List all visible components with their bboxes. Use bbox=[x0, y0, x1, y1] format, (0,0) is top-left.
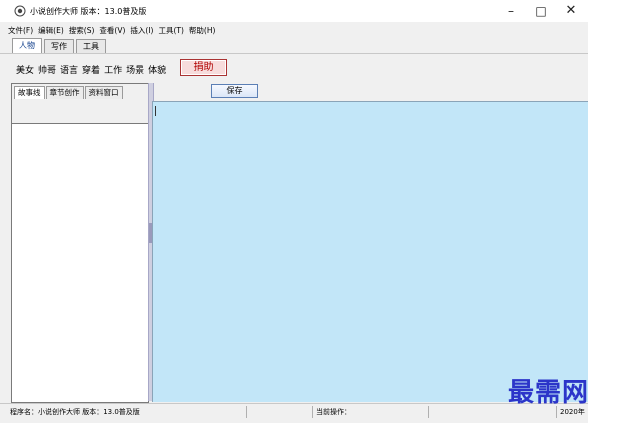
status-field-empty bbox=[248, 406, 313, 418]
category-appearance[interactable]: 体貌 bbox=[148, 63, 166, 76]
menu-tools[interactable]: 工具(T) bbox=[158, 25, 183, 37]
minimize-button[interactable]: – bbox=[500, 4, 522, 18]
tab-characters[interactable]: 人物 bbox=[12, 38, 42, 54]
menu-insert[interactable]: 插入(I) bbox=[130, 25, 153, 37]
tab-writing[interactable]: 写作 bbox=[44, 39, 74, 53]
text-editor[interactable] bbox=[152, 101, 588, 402]
close-button[interactable]: ✕ bbox=[560, 4, 582, 18]
status-program-name: 程序名：小说创作大师 版本：13.0普及版 bbox=[10, 406, 247, 418]
category-scene[interactable]: 场景 bbox=[126, 63, 144, 76]
status-bar: 程序名：小说创作大师 版本：13.0普及版 当前操作： 2020年 bbox=[0, 403, 588, 423]
category-language[interactable]: 语言 bbox=[60, 63, 78, 76]
tab-material-window[interactable]: 资料窗口 bbox=[84, 86, 123, 99]
category-list: 美女 帅哥 语言 穿着 工作 场景 体貌 bbox=[16, 63, 166, 76]
text-caret bbox=[155, 106, 156, 116]
category-beauty[interactable]: 美女 bbox=[16, 63, 34, 76]
category-handsome[interactable]: 帅哥 bbox=[38, 63, 56, 76]
menu-bar: 文件(F) 编辑(E) 搜索(S) 查看(V) 插入(I) 工具(T) 帮助(H… bbox=[8, 25, 215, 37]
menu-search[interactable]: 搜索(S) bbox=[69, 25, 95, 37]
main-tab-strip: 人物 写作 工具 bbox=[12, 38, 108, 54]
menu-edit[interactable]: 编辑(E) bbox=[38, 25, 64, 37]
application-window: 小说创作大师 版本：13.0普及版 – □ ✕ 文件(F) 编辑(E) 搜索(S… bbox=[0, 0, 588, 423]
left-tab-strip: 故事线 章节创作 资料窗口 bbox=[12, 84, 148, 124]
menu-help[interactable]: 帮助(H) bbox=[189, 25, 216, 37]
category-toolbar: 美女 帅哥 语言 穿着 工作 场景 体貌 捐助 bbox=[0, 53, 588, 82]
window-title: 小说创作大师 版本：13.0普及版 bbox=[30, 6, 147, 16]
donate-button[interactable]: 捐助 bbox=[180, 59, 227, 76]
category-work[interactable]: 工作 bbox=[104, 63, 122, 76]
status-current-operation: 当前操作： bbox=[316, 406, 429, 418]
site-watermark: 最需网 bbox=[508, 378, 590, 408]
tab-storyline[interactable]: 故事线 bbox=[14, 86, 45, 99]
save-button[interactable]: 保存 bbox=[211, 84, 258, 98]
app-logo-icon bbox=[14, 5, 26, 17]
title-bar: 小说创作大师 版本：13.0普及版 – □ ✕ bbox=[0, 0, 588, 22]
maximize-button[interactable]: □ bbox=[530, 4, 552, 18]
category-clothing[interactable]: 穿着 bbox=[82, 63, 100, 76]
menu-view[interactable]: 查看(V) bbox=[99, 25, 125, 37]
menu-file[interactable]: 文件(F) bbox=[8, 25, 33, 37]
left-panel: 故事线 章节创作 资料窗口 bbox=[11, 83, 149, 403]
tab-tools[interactable]: 工具 bbox=[76, 39, 106, 53]
tab-chapter-writing[interactable]: 章节创作 bbox=[45, 86, 84, 99]
